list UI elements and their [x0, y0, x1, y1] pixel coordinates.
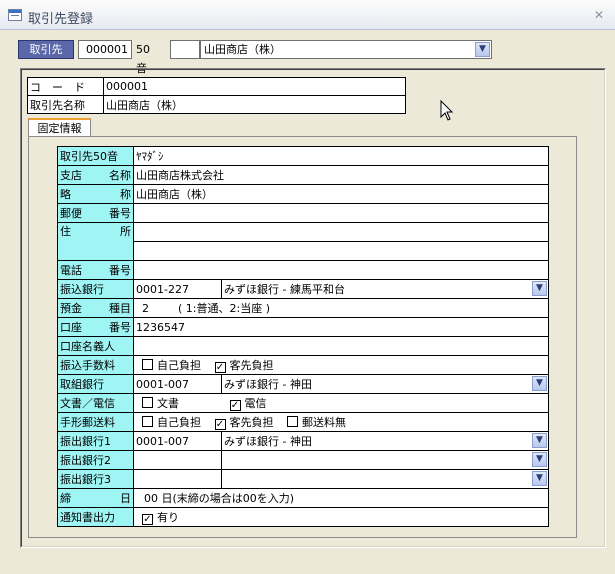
- account-label: 口座 番号: [57, 317, 134, 337]
- notice-checkbox[interactable]: ✓: [142, 514, 153, 525]
- form-icon: [8, 9, 22, 21]
- bill-none-checkbox[interactable]: [287, 416, 298, 427]
- title-bar: 取引先登録 ✕: [0, 0, 615, 30]
- out3-combo[interactable]: ▼: [221, 469, 549, 489]
- out3-code-field[interactable]: [133, 469, 222, 489]
- mouse-cursor-icon: [440, 100, 454, 121]
- window-title: 取引先登録: [28, 12, 94, 27]
- bill-customer-checkbox[interactable]: ✓: [214, 419, 226, 430]
- chevron-down-icon[interactable]: ▼: [532, 452, 547, 467]
- name-search-value: 山田商店（株）: [204, 43, 281, 56]
- torihiki-button[interactable]: 取引先: [18, 40, 74, 59]
- code-label: コ ー ド: [27, 77, 104, 96]
- code-field[interactable]: 000001: [103, 77, 406, 96]
- trade-bank-label: 取組銀行: [57, 374, 134, 394]
- code-search-field[interactable]: 000001: [78, 40, 132, 59]
- kana-label: 取引先50音: [57, 146, 134, 166]
- name-label: 取引先名称: [27, 95, 104, 114]
- out2-combo[interactable]: ▼: [221, 450, 549, 470]
- deposit-field[interactable]: 2( 1:普通、2:当座 ): [133, 298, 549, 318]
- phone-field[interactable]: [133, 260, 549, 280]
- goon-field[interactable]: [170, 40, 200, 59]
- holder-label: 口座名義人: [57, 336, 134, 356]
- closing-label: 締日: [57, 488, 134, 508]
- tab-fixed-info[interactable]: 固定情報: [28, 118, 91, 137]
- address-line2-field[interactable]: [133, 241, 549, 261]
- transfer-bank-code-field[interactable]: 0001-227: [133, 279, 222, 299]
- closing-note: 日(末締の場合は00を入力): [161, 492, 295, 505]
- deposit-note: ( 1:普通、2:当座 ): [178, 302, 270, 315]
- transfer-bank-combo[interactable]: みずほ銀行 - 練馬平和台 ▼: [221, 279, 549, 299]
- postal-field[interactable]: [133, 203, 549, 223]
- holder-field[interactable]: [133, 336, 549, 356]
- branch-label: 支店 名称: [57, 165, 134, 185]
- close-icon[interactable]: ✕: [591, 8, 607, 22]
- bill-self-checkbox[interactable]: [142, 416, 153, 427]
- out3-label: 振出銀行3: [57, 469, 134, 489]
- name-search-combo[interactable]: 山田商店（株） ▼: [200, 40, 492, 59]
- out2-label: 振出銀行2: [57, 450, 134, 470]
- doc-label: 文書／電信: [57, 393, 134, 413]
- deposit-label: 預金 種目: [57, 298, 134, 318]
- out1-label: 振出銀行1: [57, 431, 134, 451]
- phone-label: 電話 番号: [57, 260, 134, 280]
- chevron-down-icon[interactable]: ▼: [475, 42, 490, 57]
- address-label: 住所: [57, 222, 134, 261]
- chevron-down-icon[interactable]: ▼: [532, 376, 547, 391]
- doc-checkbox[interactable]: [142, 397, 153, 408]
- header-table: コ ー ド 000001 取引先名称 山田商店（株）: [27, 77, 406, 114]
- out1-combo[interactable]: みずほ銀行 - 神田 ▼: [221, 431, 549, 451]
- wire-checkbox[interactable]: ✓: [229, 400, 241, 411]
- account-field[interactable]: 1236547: [133, 317, 549, 337]
- transfer-bank-label: 振込銀行: [57, 279, 134, 299]
- closing-field[interactable]: 00 日(末締の場合は00を入力): [133, 488, 549, 508]
- abbr-label: 略称: [57, 184, 134, 204]
- fee-label: 振込手数料: [57, 355, 134, 375]
- branch-field[interactable]: 山田商店株式会社: [133, 165, 549, 185]
- chevron-down-icon[interactable]: ▼: [532, 471, 547, 486]
- fee-self-checkbox[interactable]: [142, 359, 153, 370]
- trade-bank-combo[interactable]: みずほ銀行 - 神田 ▼: [221, 374, 549, 394]
- address-line1-field[interactable]: [133, 222, 549, 242]
- out1-code-field[interactable]: 0001-007: [133, 431, 222, 451]
- notice-label: 通知書出力: [57, 507, 134, 527]
- detail-table: 取引先50音 ﾔﾏﾀﾞｼ 支店 名称 山田商店株式会社 略称 山田商店（株） 郵便…: [57, 146, 549, 527]
- trade-bank-code-field[interactable]: 0001-007: [133, 374, 222, 394]
- out2-code-field[interactable]: [133, 450, 222, 470]
- postal-label: 郵便 番号: [57, 203, 134, 223]
- bill-label: 手形郵送料: [57, 412, 134, 432]
- chevron-down-icon[interactable]: ▼: [532, 281, 547, 296]
- kana-field[interactable]: ﾔﾏﾀﾞｼ: [133, 146, 549, 166]
- fee-customer-checkbox[interactable]: ✓: [214, 362, 226, 373]
- name-field[interactable]: 山田商店（株）: [103, 95, 406, 114]
- chevron-down-icon[interactable]: ▼: [532, 433, 547, 448]
- abbr-field[interactable]: 山田商店（株）: [133, 184, 549, 204]
